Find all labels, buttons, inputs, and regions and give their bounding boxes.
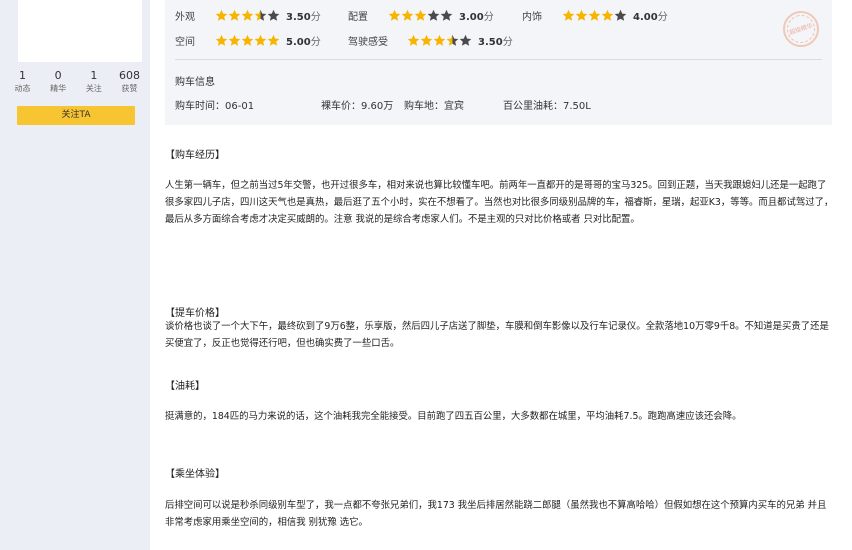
section-text-ride: 后排空间可以说是秒杀同级别车型了，我一点都不夸张兄弟们，我173 我坐后排居然能… — [165, 500, 827, 528]
stat-number: 1 — [90, 69, 98, 82]
super-essence-badge: 超级精华 — [783, 11, 819, 47]
score-number: 3.00 — [459, 11, 484, 23]
stat-following[interactable]: 1 关注 — [77, 69, 110, 95]
purchase-place: 购车地：宜宾 — [404, 101, 464, 112]
follow-button[interactable]: 关注TA — [17, 106, 135, 125]
star-icon — [267, 9, 280, 22]
purchase-time: 购车时间：06-01 — [175, 101, 255, 112]
star-icon — [459, 34, 472, 47]
star-icon — [241, 9, 254, 22]
purchase-price: 裸车价：9.60万 — [321, 101, 394, 112]
stat-label: 动态 — [14, 84, 31, 93]
stat-number: 0 — [54, 69, 62, 82]
score-value: 3.00分 — [459, 8, 494, 23]
section-text-purchase-experience: 人生第一辆车，但之前当过5年交警，也开过很多车，相对来说也算比较懂车吧。前两年一… — [165, 180, 834, 225]
star-icon — [433, 34, 446, 47]
section-title-price: 【提车价格】 — [165, 308, 225, 319]
score-row-interior: 内饰 4.00分 — [522, 7, 668, 23]
score-unit: 分 — [502, 36, 513, 48]
badge-text: 超级精华 — [783, 11, 819, 47]
star-rating — [215, 9, 280, 22]
score-unit: 分 — [657, 11, 668, 23]
star-icon — [254, 34, 267, 47]
section-text-price: 谈价格也谈了一个大下午，最终砍到了9万6整，乐享版，然后四儿子店送了脚垫，车膜和… — [165, 321, 829, 349]
score-name: 空间 — [175, 36, 195, 48]
score-row-driving: 驾驶感受 3.50分 — [348, 32, 513, 48]
stat-posts[interactable]: 1 动态 — [6, 69, 39, 95]
star-rating — [388, 9, 453, 22]
star-icon — [215, 9, 228, 22]
score-row-space: 空间 5.00分 — [175, 32, 321, 48]
stat-featured[interactable]: 0 精华 — [42, 69, 75, 95]
avatar[interactable] — [18, 0, 142, 62]
star-icon — [575, 9, 588, 22]
star-icon — [254, 9, 267, 22]
score-unit: 分 — [310, 11, 321, 23]
stat-label: 精华 — [50, 84, 67, 93]
star-icon — [228, 34, 241, 47]
section-text-fuel: 挺满意的，184匹的马力来说的话，这个油耗我完全能接受。目前跑了四五百公里，大多… — [165, 411, 742, 422]
star-icon — [388, 9, 401, 22]
score-name: 内饰 — [522, 11, 542, 23]
stat-number: 1 — [19, 69, 26, 82]
score-number: 3.50 — [478, 36, 503, 48]
star-icon — [241, 34, 254, 47]
star-rating — [562, 9, 627, 22]
score-panel: 外观 3.50分 配置 3.00分 内饰 4.00分 空间 5.00分 驾驶感受… — [165, 0, 832, 125]
star-icon — [440, 9, 453, 22]
star-icon — [267, 34, 280, 47]
score-name: 驾驶感受 — [348, 36, 388, 48]
stat-label: 获赞 — [121, 84, 138, 93]
score-number: 4.00 — [633, 11, 658, 23]
score-value: 4.00分 — [633, 8, 668, 23]
star-icon — [215, 34, 228, 47]
score-row-config: 配置 3.00分 — [348, 7, 494, 23]
star-icon — [601, 9, 614, 22]
score-value: 5.00分 — [286, 33, 321, 48]
review-content: 外观 3.50分 配置 3.00分 内饰 4.00分 空间 5.00分 驾驶感受… — [150, 0, 852, 550]
star-icon — [401, 9, 414, 22]
star-icon — [420, 34, 433, 47]
star-icon — [446, 34, 459, 47]
section-title-purchase-experience: 【购车经历】 — [165, 150, 225, 161]
score-unit: 分 — [310, 36, 321, 48]
stat-label: 关注 — [85, 84, 102, 93]
score-number: 3.50 — [286, 11, 311, 23]
stat-number: 608 — [118, 69, 140, 82]
score-name: 外观 — [175, 11, 195, 23]
score-row-exterior: 外观 3.50分 — [175, 7, 321, 23]
profile-stats: 1 动态 0 精华 1 关注 608 获赞 — [6, 69, 146, 95]
star-rating — [407, 34, 472, 47]
star-icon — [228, 9, 241, 22]
star-icon — [414, 9, 427, 22]
section-title-ride: 【乘坐体验】 — [165, 469, 225, 480]
score-number: 5.00 — [286, 36, 311, 48]
star-icon — [427, 9, 440, 22]
score-value: 3.50分 — [478, 33, 513, 48]
star-icon — [562, 9, 575, 22]
star-rating — [215, 34, 280, 47]
star-icon — [588, 9, 601, 22]
score-value: 3.50分 — [286, 8, 321, 23]
purchase-fuel: 百公里油耗：7.50L — [503, 101, 591, 112]
stat-likes[interactable]: 608 获赞 — [113, 69, 146, 95]
section-title-fuel: 【油耗】 — [165, 381, 205, 392]
divider — [175, 59, 822, 60]
purchase-info-title: 购车信息 — [175, 77, 215, 88]
profile-sidebar: 1 动态 0 精华 1 关注 608 获赞 关注TA — [0, 0, 150, 550]
star-icon — [614, 9, 627, 22]
star-icon — [407, 34, 420, 47]
score-unit: 分 — [483, 11, 494, 23]
score-name: 配置 — [348, 11, 368, 23]
